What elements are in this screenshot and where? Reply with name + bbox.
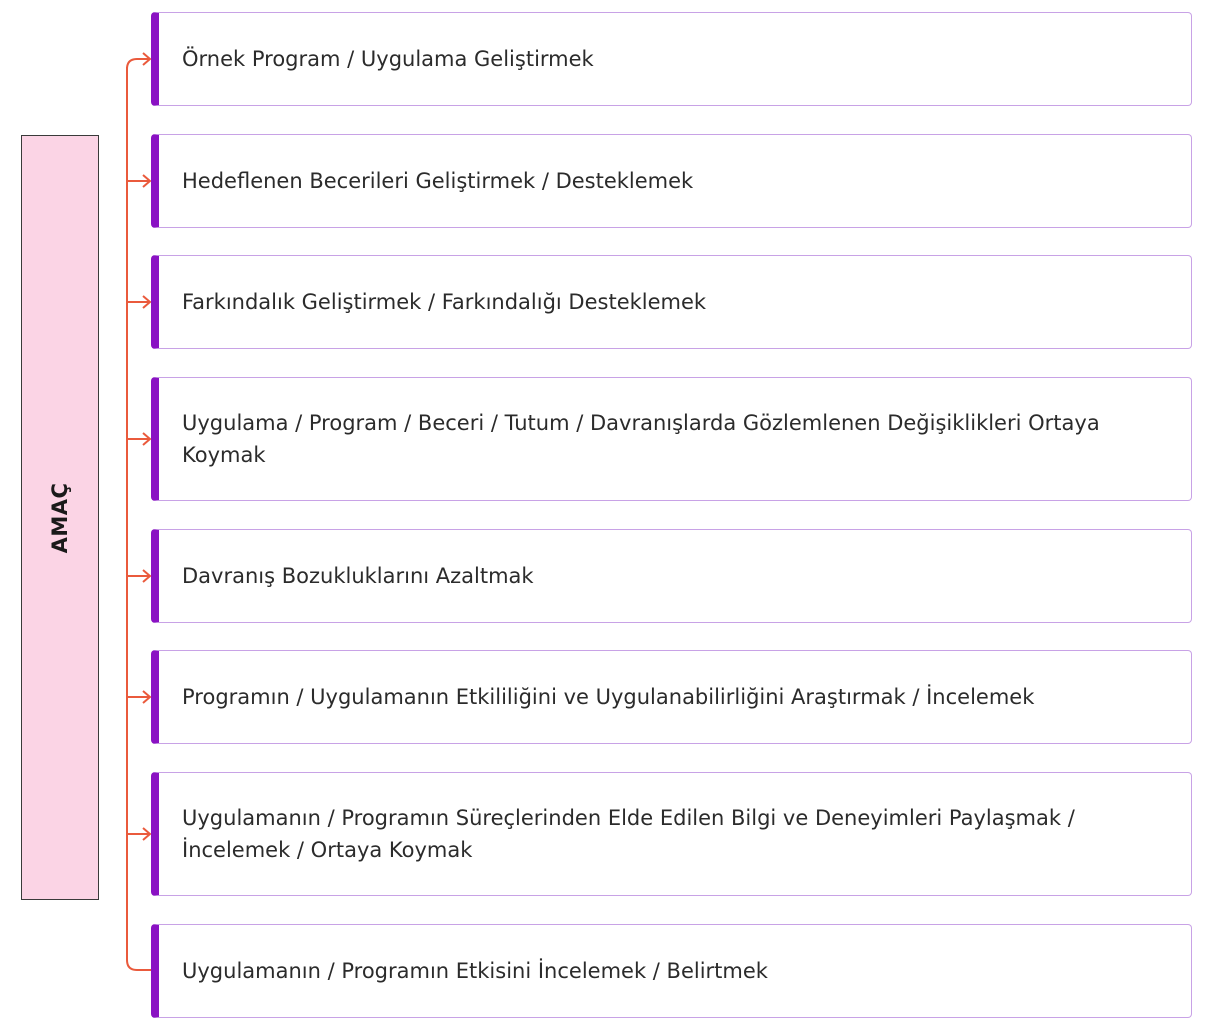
purpose-item-label: Davranış Bozukluklarını Azaltmak <box>182 564 534 588</box>
arrow-head-icon <box>142 174 152 188</box>
arrow-head-icon <box>142 569 152 583</box>
purpose-item-label: Hedeflenen Becerileri Geliştirmek / Dest… <box>182 169 694 193</box>
purpose-item: Programın / Uygulamanın Etkililiğini ve … <box>151 650 1192 744</box>
arrow-head-icon <box>142 690 152 704</box>
purpose-item-label: Farkındalık Geliştirmek / Farkındalığı D… <box>182 290 707 314</box>
purpose-item: Davranış Bozukluklarını Azaltmak <box>151 529 1192 623</box>
purpose-item: Uygulamanın / Programın Etkisini İncelem… <box>151 924 1192 1018</box>
root-label: AMAÇ <box>48 482 72 553</box>
arrow-head-icon <box>142 827 152 841</box>
connector-trunk <box>126 67 151 971</box>
arrow-head-icon <box>142 295 152 309</box>
purpose-item: Uygulamanın / Programın Süreçlerinden El… <box>151 772 1192 896</box>
connector-top-elbow <box>126 58 150 70</box>
purpose-item-label: Uygulamanın / Programın Süreçlerinden El… <box>182 806 1075 862</box>
purpose-item-label: Programın / Uygulamanın Etkililiğini ve … <box>182 685 1035 709</box>
purpose-item: Farkındalık Geliştirmek / Farkındalığı D… <box>151 255 1192 349</box>
arrow-head-icon <box>142 432 152 446</box>
root-node: AMAÇ <box>21 135 99 900</box>
arrow-head-icon <box>142 52 152 66</box>
purpose-item: Uygulama / Program / Beceri / Tutum / Da… <box>151 377 1192 501</box>
purpose-item-label: Uygulamanın / Programın Etkisini İncelem… <box>182 959 768 983</box>
purpose-item-label: Uygulama / Program / Beceri / Tutum / Da… <box>182 411 1100 467</box>
purpose-item: Örnek Program / Uygulama Geliştirmek <box>151 12 1192 106</box>
purpose-item: Hedeflenen Becerileri Geliştirmek / Dest… <box>151 134 1192 228</box>
purpose-diagram: AMAÇ Örnek Program / Uygulama Geliştirme… <box>0 0 1208 1021</box>
purpose-item-label: Örnek Program / Uygulama Geliştirmek <box>182 47 594 71</box>
